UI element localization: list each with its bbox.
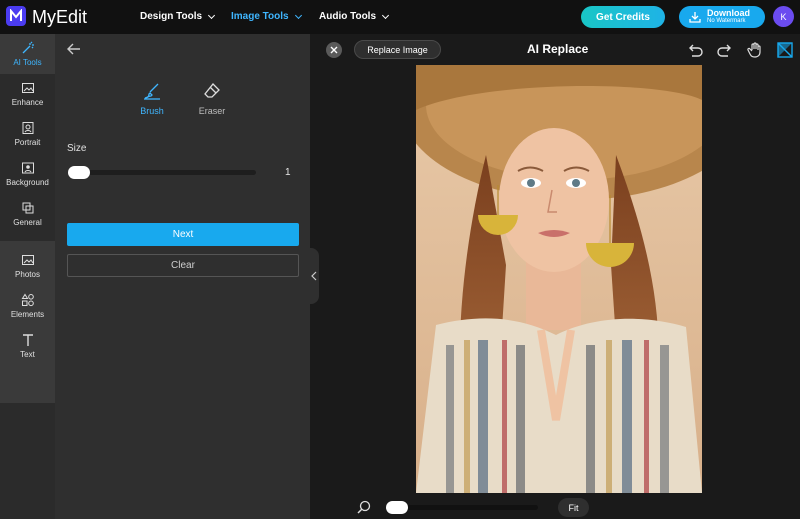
size-label: Size xyxy=(67,143,87,154)
brush-size-value: 1 xyxy=(285,167,291,178)
portrait-icon xyxy=(22,122,33,134)
nav-label: Design Tools xyxy=(140,11,203,22)
crop-icon xyxy=(22,202,33,214)
tool-sidebar: AI Tools Enhance Portrait Background Gen… xyxy=(0,34,55,519)
chevron-down-icon xyxy=(208,11,216,19)
nav-label: Audio Tools xyxy=(319,11,377,22)
next-button[interactable]: Next xyxy=(67,223,299,246)
sidebar-item-ai-tools[interactable]: AI Tools xyxy=(0,34,55,74)
chevron-down-icon xyxy=(381,11,390,19)
compare-icon[interactable] xyxy=(776,41,794,59)
close-button[interactable] xyxy=(326,42,342,58)
top-bar: MyEdit Design Tools Image Tools Audio To… xyxy=(0,0,800,34)
chevron-left-icon xyxy=(311,271,317,281)
sidebar-item-label: AI Tools xyxy=(13,58,42,67)
get-credits-button[interactable]: Get Credits xyxy=(581,6,665,28)
elements-icon xyxy=(21,293,34,307)
sidebar-item-label: Photos xyxy=(15,270,40,279)
wand-icon xyxy=(22,41,34,54)
brand-name[interactable]: MyEdit xyxy=(32,7,87,28)
download-button[interactable]: Download No Watermark xyxy=(679,6,765,28)
brush-label: Brush xyxy=(140,106,164,116)
back-arrow-icon[interactable] xyxy=(67,42,81,60)
sidebar-item-background[interactable]: Background xyxy=(0,154,55,194)
sidebar-item-text[interactable]: Text xyxy=(0,326,55,366)
zoom-slider[interactable] xyxy=(388,505,538,510)
sidebar-item-label: Background xyxy=(6,178,49,187)
fit-button[interactable]: Fit xyxy=(558,498,589,517)
myedit-logo-icon[interactable] xyxy=(6,6,26,26)
nav-image-tools[interactable]: Image Tools xyxy=(231,11,302,22)
replace-image-button[interactable]: Replace Image xyxy=(354,40,441,59)
sidebar-item-label: Enhance xyxy=(11,98,44,107)
hand-pan-icon[interactable] xyxy=(746,41,764,59)
background-icon xyxy=(21,162,34,174)
undo-icon[interactable] xyxy=(686,41,704,59)
nav-label: Image Tools xyxy=(231,11,289,22)
brush-tool[interactable]: Brush xyxy=(127,82,177,116)
text-icon xyxy=(22,334,33,346)
sidebar-item-portrait[interactable]: Portrait xyxy=(0,114,55,154)
avatar[interactable]: K xyxy=(773,6,794,27)
sidebar-item-general[interactable]: General xyxy=(0,194,55,234)
portrait-photo-image xyxy=(416,65,702,493)
sidebar-item-label: Text xyxy=(20,350,35,359)
sidebar-item-photos[interactable]: Photos xyxy=(0,246,55,286)
photos-icon xyxy=(21,255,34,265)
zoom-slider-thumb[interactable] xyxy=(386,501,408,514)
brush-size-slider[interactable] xyxy=(70,170,256,175)
eraser-icon xyxy=(204,83,220,98)
brush-icon xyxy=(144,83,160,100)
clear-button[interactable]: Clear xyxy=(67,254,299,277)
sidebar-item-label: Portrait xyxy=(14,138,41,147)
sidebar-item-enhance[interactable]: Enhance xyxy=(0,74,55,114)
chevron-down-icon xyxy=(294,11,302,19)
download-sublabel: No Watermark xyxy=(707,18,746,24)
page-title: AI Replace xyxy=(527,42,589,56)
sidebar-item-elements[interactable]: Elements xyxy=(0,286,55,326)
sidebar-item-label: General xyxy=(13,218,42,227)
collapse-panel-button[interactable] xyxy=(309,248,319,304)
tool-panel: Brush Eraser Size 1 Next Clear xyxy=(55,34,310,519)
close-icon xyxy=(330,46,338,54)
eraser-label: Eraser xyxy=(198,106,226,116)
enhance-icon xyxy=(21,83,34,93)
sidebar-item-label: Elements xyxy=(10,310,45,319)
download-label: Download xyxy=(707,8,750,18)
redo-icon[interactable] xyxy=(716,41,734,59)
edited-photo[interactable] xyxy=(416,65,702,493)
download-icon xyxy=(689,12,701,23)
brush-size-slider-thumb[interactable] xyxy=(68,166,90,179)
eraser-tool[interactable]: Eraser xyxy=(187,82,237,116)
nav-audio-tools[interactable]: Audio Tools xyxy=(319,11,390,22)
zoom-search-icon[interactable] xyxy=(357,500,371,519)
nav-design-tools[interactable]: Design Tools xyxy=(140,11,216,22)
